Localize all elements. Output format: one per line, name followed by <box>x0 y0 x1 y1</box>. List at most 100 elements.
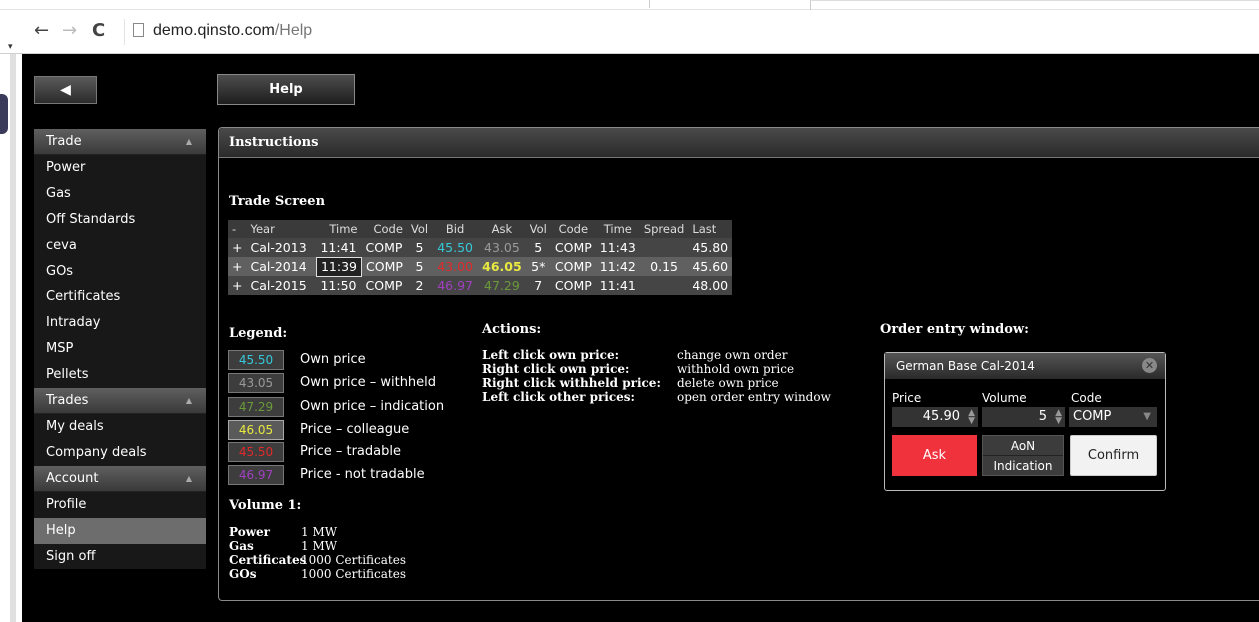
sidebar-item-power[interactable]: Power <box>34 155 206 181</box>
action-value: withhold own price <box>677 362 795 376</box>
page-icon <box>133 23 144 37</box>
sidebar-item-profile[interactable]: Profile <box>34 491 206 518</box>
expand-toggle[interactable]: + <box>228 276 247 295</box>
sidebar-header-label: Account <box>46 470 99 486</box>
cell-bid[interactable]: 43.00 <box>432 257 479 276</box>
volume-value: 1 MW <box>301 539 338 553</box>
cell-time: 11:50 <box>316 276 362 295</box>
back-arrow-icon[interactable]: ← <box>34 20 49 41</box>
volume-label: Volume <box>982 391 1027 405</box>
legend-label: Own price <box>300 352 366 367</box>
sidebar-item-sign-off[interactable]: Sign off <box>34 543 206 570</box>
aon-indication-button[interactable]: AoN Indication <box>982 435 1064 476</box>
actions-title: Actions: <box>482 322 542 337</box>
trade-table: - Year Time Code Vol Bid Ask Vol Code Ti… <box>228 220 733 295</box>
sidebar-header-trade[interactable]: Trade ▲ <box>34 129 206 155</box>
aon-label[interactable]: AoN <box>983 436 1063 456</box>
order-window-title: German Base Cal-2014 <box>885 353 1165 379</box>
cell-vol: 5 <box>406 238 433 257</box>
code-select[interactable]: COMP ▼ <box>1069 407 1157 427</box>
code-label: Code <box>1071 391 1102 405</box>
volume-stepper[interactable]: 5 ▲ ▼ <box>982 407 1065 427</box>
cell-bid[interactable]: 45.50 <box>432 238 479 257</box>
close-icon[interactable]: ✕ <box>1142 358 1157 373</box>
cell-year: Cal-2013 <box>246 238 317 257</box>
sidebar-header-account[interactable]: Account ▲ <box>34 465 206 492</box>
expand-toggle[interactable]: + <box>228 238 247 257</box>
tab-strip <box>0 0 1259 10</box>
sidebar-header-label: Trades <box>46 393 89 409</box>
legend-swatch: 45.50 <box>228 442 284 462</box>
sidebar-item-off-standards[interactable]: Off Standards <box>34 206 206 233</box>
legend-title: Legend: <box>229 326 288 341</box>
cell-time: 11:41 <box>316 238 362 257</box>
action-row: Right click own price: withhold own price <box>482 362 794 376</box>
price-stepper[interactable]: 45.90 ▲ ▼ <box>892 407 978 427</box>
forward-arrow-icon[interactable]: → <box>62 20 77 41</box>
sidebar-item-gas[interactable]: Gas <box>34 180 206 207</box>
col-header[interactable]: - <box>228 220 247 238</box>
sidebar-item-company-deals[interactable]: Company deals <box>34 439 206 466</box>
url-path: /Help <box>274 22 313 39</box>
cell-ask[interactable]: 47.29 <box>478 276 526 295</box>
sidebar-item-gos[interactable]: GOs <box>34 258 206 285</box>
volume-row: Gas 1 MW <box>229 539 337 553</box>
spinner-icon[interactable]: ▲ ▼ <box>968 409 975 426</box>
instructions-panel: Instructions Trade Screen - Year Time Co… <box>218 127 1259 601</box>
cell-vol: 5* <box>525 257 551 276</box>
cell-code: COMP <box>550 238 596 257</box>
legend-swatch: 45.50 <box>228 350 284 370</box>
action-row: Right click withheld price: delete own pr… <box>482 376 779 390</box>
col-header: Year <box>246 220 317 238</box>
sidebar-item-my-deals[interactable]: My deals <box>34 414 206 440</box>
volume-row: Power 1 MW <box>229 525 337 539</box>
address-bar[interactable]: demo.qinsto.com/Help <box>124 19 1259 45</box>
url-text: demo.qinsto.com/Help <box>153 22 312 40</box>
order-entry-window: German Base Cal-2014 ✕ Price Volume Code… <box>884 352 1166 491</box>
col-header: Ask <box>478 220 526 238</box>
ask-button[interactable]: Ask <box>892 435 977 476</box>
cell-code: COMP <box>361 238 407 257</box>
price-label: Price <box>892 391 922 405</box>
sidebar-item-msp[interactable]: MSP <box>34 336 206 363</box>
cell-year: Cal-2014 <box>246 257 317 276</box>
legend-label: Price – tradable <box>300 444 401 459</box>
cell-spread: 0.15 <box>639 257 689 276</box>
order-entry-title: Order entry window: <box>880 322 1029 337</box>
col-header: Vol <box>406 220 433 238</box>
cell-time: 11:42 <box>595 257 640 276</box>
cell-code: COMP <box>550 276 596 295</box>
back-button[interactable]: ◀ <box>34 76 97 104</box>
sidebar-item-help[interactable]: Help <box>34 517 206 544</box>
help-button[interactable]: Help <box>217 74 355 105</box>
cell-bid[interactable]: 46.97 <box>432 276 479 295</box>
confirm-button[interactable]: Confirm <box>1070 435 1157 476</box>
table-header-row: - Year Time Code Vol Bid Ask Vol Code Ti… <box>228 220 733 238</box>
table-row: + Cal-2014 11:39 COMP 5 43.00 46.05 5* C… <box>228 256 733 277</box>
left-window-strip: ▾ <box>0 42 22 622</box>
indication-label[interactable]: Indication <box>983 456 1063 476</box>
expand-toggle[interactable]: + <box>228 257 247 276</box>
sidebar-item-pellets[interactable]: Pellets <box>34 362 206 389</box>
sidebar-header-trades[interactable]: Trades ▲ <box>34 388 206 415</box>
spinner-icon[interactable]: ▲ ▼ <box>1055 409 1062 426</box>
collapse-icon: ▲ <box>185 137 192 146</box>
legend-label: Own price – withheld <box>300 375 437 390</box>
sidebar-item-certificates[interactable]: Certificates <box>34 284 206 311</box>
sidebar-item-intraday[interactable]: Intraday <box>34 310 206 337</box>
col-header: Bid <box>432 220 479 238</box>
col-header: Code <box>550 220 596 238</box>
cell-ask[interactable]: 46.05 <box>478 257 526 276</box>
cell-ask[interactable]: 43.05 <box>478 238 526 257</box>
legend-swatch: 43.05 <box>228 373 284 393</box>
col-header: Vol <box>525 220 551 238</box>
chevron-down-icon: ▼ <box>1143 411 1151 422</box>
cell-code: COMP <box>550 257 596 276</box>
sidebar-item-ceva[interactable]: ceva <box>34 232 206 259</box>
cell-time: 11:43 <box>595 238 640 257</box>
volume-key: Gas <box>229 539 254 553</box>
reload-icon[interactable]: C <box>92 20 105 41</box>
col-header: Spread <box>639 220 689 238</box>
volume-value: 1000 Certificates <box>301 553 406 567</box>
cell-vol: 5 <box>525 238 551 257</box>
